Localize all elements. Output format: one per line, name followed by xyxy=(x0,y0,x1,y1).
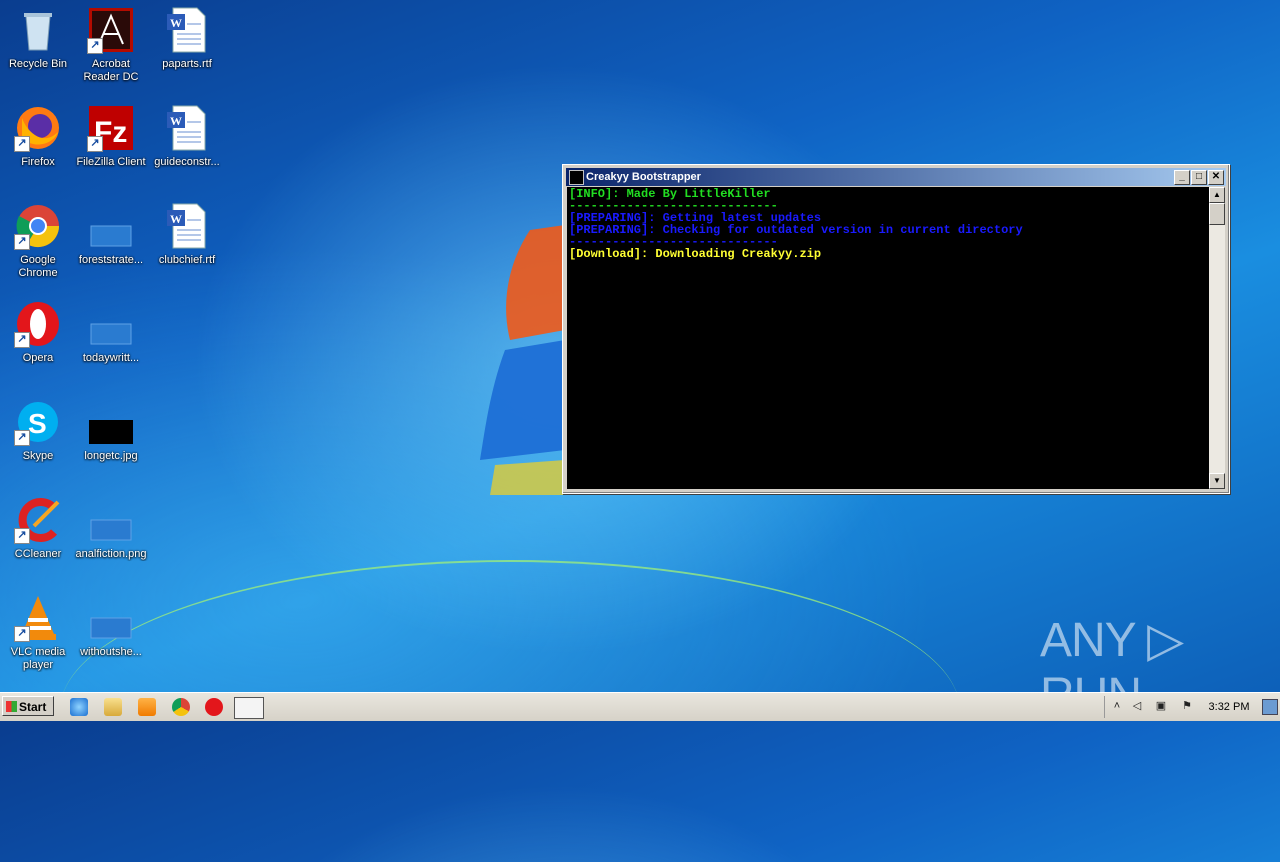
desktop-icon-opera[interactable]: ↗ Opera xyxy=(0,300,76,365)
window-titlebar[interactable]: Creakyy Bootstrapper _ □ ✕ xyxy=(566,168,1226,186)
internet-explorer-icon[interactable] xyxy=(70,698,88,716)
shortcut-arrow-icon: ↗ xyxy=(14,626,30,642)
skype-icon: S ↗ xyxy=(14,398,62,446)
scroll-up-icon[interactable]: ▲ xyxy=(1209,187,1225,203)
shortcut-arrow-icon: ↗ xyxy=(14,234,30,250)
desktop-icon-skype[interactable]: S ↗ Skype xyxy=(0,398,76,463)
show-desktop-button[interactable] xyxy=(1262,699,1278,715)
action-center-flag-icon[interactable]: ⚑ xyxy=(1180,699,1194,713)
image-file-icon xyxy=(87,398,135,446)
desktop-icon-label: Opera xyxy=(22,352,54,364)
opera-icon: ↗ xyxy=(14,300,62,348)
desktop-icon-withoutshe[interactable]: withoutshe... xyxy=(73,594,149,659)
maximize-button[interactable]: □ xyxy=(1191,170,1207,185)
svg-text:W: W xyxy=(170,16,182,30)
desktop-icon-chrome[interactable]: ↗ Google Chrome xyxy=(0,202,76,280)
shortcut-arrow-icon: ↗ xyxy=(14,136,30,152)
network-icon[interactable]: ▣ xyxy=(1154,699,1168,713)
shortcut-arrow-icon: ↗ xyxy=(14,528,30,544)
desktop-icon-label: Recycle Bin xyxy=(8,58,68,70)
chrome-taskbar-icon[interactable] xyxy=(172,698,190,716)
image-file-icon xyxy=(87,202,135,250)
tray-expand-icon[interactable]: ˄ xyxy=(1110,699,1124,713)
svg-text:W: W xyxy=(170,212,182,226)
desktop-icon-recycle-bin[interactable]: Recycle Bin xyxy=(0,6,76,71)
desktop-icon-label: withoutshe... xyxy=(80,646,142,658)
image-file-icon xyxy=(87,496,135,544)
desktop-icon-acrobat[interactable]: ↗ Acrobat Reader DC xyxy=(73,6,149,84)
tray-separator xyxy=(1104,696,1105,718)
word-document-icon: W xyxy=(163,104,211,152)
scroll-down-icon[interactable]: ▼ xyxy=(1209,473,1225,489)
desktop-icon-label: analfiction.png xyxy=(75,548,147,560)
desktop-icon-label: paparts.rtf xyxy=(162,58,212,70)
console-app-icon xyxy=(569,170,584,185)
word-document-icon: W xyxy=(163,202,211,250)
image-file-icon xyxy=(87,300,135,348)
console-window[interactable]: Creakyy Bootstrapper _ □ ✕ [INFO]: Made … xyxy=(562,164,1230,494)
desktop-icon-paparts[interactable]: W paparts.rtf xyxy=(149,6,225,71)
desktop-icon-filezilla[interactable]: Fz ↗ FileZilla Client xyxy=(73,104,149,169)
desktop-icon-vlc[interactable]: ↗ VLC media player xyxy=(0,594,76,672)
desktop-icon-firefox[interactable]: ↗ Firefox xyxy=(0,104,76,169)
acrobat-icon: ↗ xyxy=(87,6,135,54)
opera-taskbar-icon[interactable] xyxy=(205,698,223,716)
vlc-icon: ↗ xyxy=(14,594,62,642)
firefox-icon: ↗ xyxy=(14,104,62,152)
desktop-icon-clubchief[interactable]: W clubchief.rtf xyxy=(149,202,225,267)
desktop-icon-label: guideconstr... xyxy=(154,156,220,168)
svg-text:W: W xyxy=(170,114,182,128)
desktop-icon-ccleaner[interactable]: ↗ CCleaner xyxy=(0,496,76,561)
console-output[interactable]: [INFO]: Made By LittleKiller ------------… xyxy=(567,187,1209,489)
desktop-icon-label: Acrobat Reader DC xyxy=(83,58,139,83)
window-title: Creakyy Bootstrapper xyxy=(586,171,701,183)
taskbar: Start ˄ ◁ ▣ ⚑ 3:32 PM xyxy=(0,692,1280,721)
volume-icon[interactable]: ◁ xyxy=(1130,699,1144,713)
desktop-icon-analfiction[interactable]: analfiction.png xyxy=(73,496,149,561)
close-button[interactable]: ✕ xyxy=(1208,170,1224,185)
chrome-icon: ↗ xyxy=(14,202,62,250)
windows-flag-logo xyxy=(480,225,565,495)
minimize-button[interactable]: _ xyxy=(1174,170,1190,185)
desktop-icon-label: CCleaner xyxy=(14,548,62,560)
recycle-bin-icon xyxy=(14,6,62,54)
vertical-scrollbar[interactable]: ▲ ▼ xyxy=(1209,187,1225,489)
start-label: Start xyxy=(19,700,47,714)
start-button[interactable]: Start xyxy=(2,696,54,716)
system-clock[interactable]: 3:32 PM xyxy=(1205,693,1253,721)
file-explorer-icon[interactable] xyxy=(104,698,122,716)
ccleaner-icon: ↗ xyxy=(14,496,62,544)
desktop-icon-label: longetc.jpg xyxy=(84,450,138,462)
desktop-icon-label: Google Chrome xyxy=(18,254,58,279)
desktop-icon-label: VLC media player xyxy=(10,646,66,671)
desktop-icon-guideconstr[interactable]: W guideconstr... xyxy=(149,104,225,169)
windows-logo-icon xyxy=(6,701,17,712)
media-player-icon[interactable] xyxy=(138,698,156,716)
desktop-icon-label: FileZilla Client xyxy=(76,156,146,168)
filezilla-icon: Fz ↗ xyxy=(87,104,135,152)
desktop-icon-longetc[interactable]: longetc.jpg xyxy=(73,398,149,463)
desktop-icon-label: foreststrate... xyxy=(78,254,144,266)
shortcut-arrow-icon: ↗ xyxy=(87,38,103,54)
shortcut-arrow-icon: ↗ xyxy=(14,430,30,446)
console-taskbar-icon[interactable] xyxy=(234,697,264,719)
desktop-icon-label: Skype xyxy=(22,450,54,462)
desktop-icon-foreststrate[interactable]: foreststrate... xyxy=(73,202,149,267)
desktop-icon-todaywritt[interactable]: todaywritt... xyxy=(73,300,149,365)
desktop-icon-label: Firefox xyxy=(21,156,55,168)
shortcut-arrow-icon: ↗ xyxy=(14,332,30,348)
scroll-thumb[interactable] xyxy=(1209,203,1225,225)
shortcut-arrow-icon: ↗ xyxy=(87,136,103,152)
svg-text:S: S xyxy=(28,408,47,439)
console-line: [Download]: Downloading Creakyy.zip xyxy=(569,247,822,261)
desktop-icon-label: clubchief.rtf xyxy=(158,254,216,266)
desktop-icon-label: todaywritt... xyxy=(82,352,140,364)
word-document-icon: W xyxy=(163,6,211,54)
image-file-icon xyxy=(87,594,135,642)
